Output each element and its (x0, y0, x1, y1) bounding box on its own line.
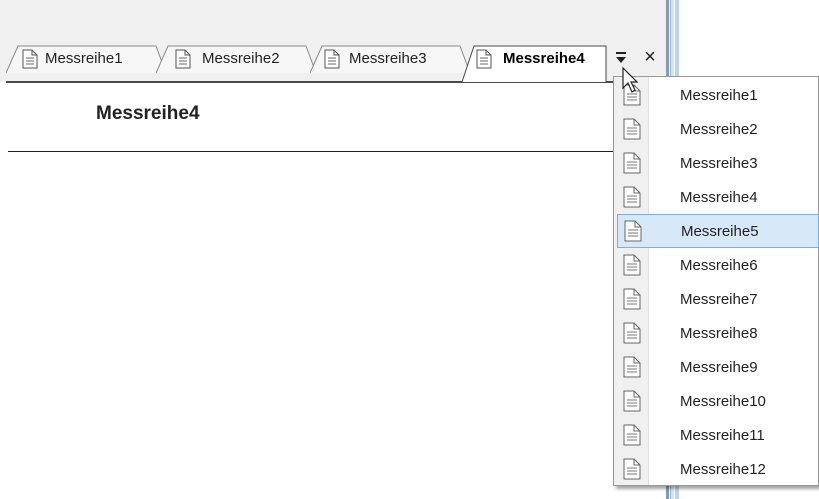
tab-label: Messreihe1 (45, 50, 123, 67)
menu-item-messreihe10[interactable]: Messreihe10 (615, 384, 819, 418)
title-underline (8, 151, 620, 152)
document-icon (22, 49, 38, 74)
document-icon (623, 288, 641, 315)
mouse-cursor-icon (621, 66, 639, 99)
menu-item-label: Messreihe11 (680, 427, 765, 444)
tab-label: Messreihe2 (202, 50, 280, 67)
menu-item-label: Messreihe1 (680, 87, 758, 104)
window-top-area (0, 0, 669, 42)
menu-item-messreihe8[interactable]: Messreihe8 (615, 316, 819, 350)
close-tab-button[interactable]: × (640, 44, 660, 70)
menu-item-messreihe3[interactable]: Messreihe3 (615, 146, 819, 180)
menu-item-label: Messreihe3 (680, 155, 758, 172)
document-icon (476, 49, 492, 74)
menu-item-label: Messreihe12 (680, 461, 766, 478)
menu-item-messreihe11[interactable]: Messreihe11 (615, 418, 819, 452)
menu-item-messreihe2[interactable]: Messreihe2 (615, 112, 819, 146)
menu-item-messreihe5[interactable]: Messreihe5 (617, 214, 819, 248)
document-area (0, 83, 666, 499)
tab-messreihe2[interactable]: Messreihe2 (156, 44, 316, 74)
menu-item-messreihe7[interactable]: Messreihe7 (615, 282, 819, 316)
menu-item-messreihe1[interactable]: Messreihe1 (615, 78, 819, 112)
menu-item-messreihe4[interactable]: Messreihe4 (615, 180, 819, 214)
tab-messreihe4[interactable]: Messreihe4 (462, 44, 612, 83)
menu-item-label: Messreihe5 (681, 223, 759, 240)
document-icon (624, 220, 642, 247)
document-icon (623, 322, 641, 349)
menu-item-label: Messreihe4 (680, 189, 758, 206)
document-icon (623, 390, 641, 417)
tab-label: Messreihe4 (503, 50, 585, 67)
tab-list-menu: Messreihe1 Messreihe2 Messreihe3 Messrei… (613, 76, 819, 486)
menu-item-label: Messreihe7 (680, 291, 758, 308)
menu-item-label: Messreihe9 (680, 359, 758, 376)
document-icon (623, 186, 641, 213)
menu-item-messreihe12[interactable]: Messreihe12 (615, 452, 819, 486)
tab-messreihe3[interactable]: Messreihe3 (310, 44, 470, 74)
menu-item-label: Messreihe6 (680, 257, 758, 274)
tab-label: Messreihe3 (349, 50, 427, 67)
document-icon (324, 49, 340, 74)
document-icon (623, 458, 641, 485)
document-icon (623, 356, 641, 383)
document-icon (623, 254, 641, 281)
tab-messreihe1[interactable]: Messreihe1 (6, 44, 166, 74)
menu-item-label: Messreihe2 (680, 121, 758, 138)
menu-item-messreihe6[interactable]: Messreihe6 (615, 248, 819, 282)
document-title: Messreihe4 (96, 103, 200, 124)
menu-item-messreihe9[interactable]: Messreihe9 (615, 350, 819, 384)
document-icon (623, 152, 641, 179)
document-icon (623, 424, 641, 451)
menu-item-label: Messreihe10 (680, 393, 766, 410)
document-icon (623, 118, 641, 145)
document-icon (175, 49, 191, 74)
menu-item-label: Messreihe8 (680, 325, 758, 342)
